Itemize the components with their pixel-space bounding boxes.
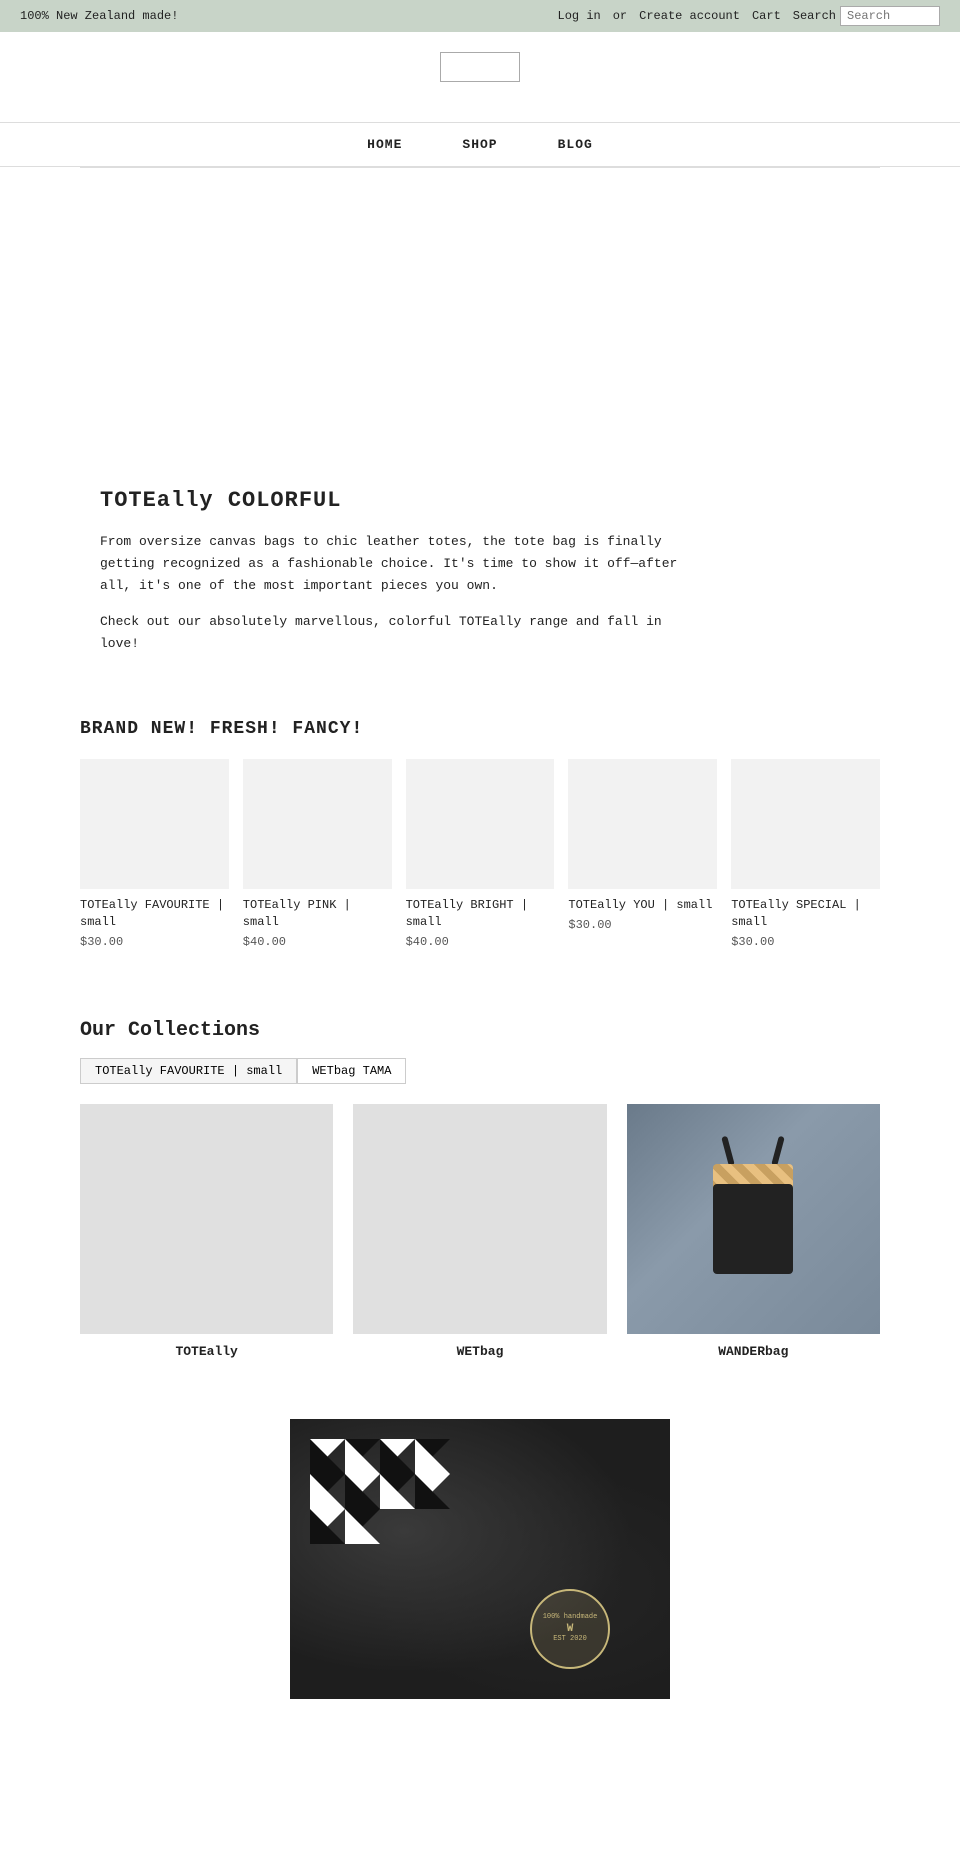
product-image xyxy=(80,759,229,889)
collection-label-wetbag: WETbag xyxy=(457,1344,504,1359)
collections-heading: Our Collections xyxy=(80,1019,880,1042)
product-price: $30.00 xyxy=(731,935,880,949)
search-form: Search xyxy=(793,6,940,26)
login-link[interactable]: Log in xyxy=(558,9,601,23)
product-image xyxy=(568,759,717,889)
product-image xyxy=(243,759,392,889)
cart-link[interactable]: Cart xyxy=(752,9,781,23)
collection-label-wanderbag: WANDERbag xyxy=(718,1344,788,1359)
product-price: $40.00 xyxy=(406,935,555,949)
bottom-large-image: 100% handmade W EST 2020 xyxy=(290,1419,670,1699)
product-card[interactable]: TOTEally BRIGHT | small $40.00 xyxy=(406,759,555,949)
bag-body xyxy=(713,1184,793,1274)
collection-item-toteally[interactable]: TOTEally xyxy=(80,1104,333,1359)
products-heading: BRAND NEW! FRESH! FANCY! xyxy=(80,719,880,739)
product-name: TOTEally PINK | small xyxy=(243,897,392,931)
product-price: $30.00 xyxy=(80,935,229,949)
bag-strap-right xyxy=(772,1136,786,1167)
collection-image-wetbag xyxy=(353,1104,606,1334)
top-bar-right: Log in or Create account Cart Search xyxy=(558,6,940,26)
collection-tab-1[interactable]: WETbag TAMA xyxy=(297,1058,406,1084)
collection-item-wetbag[interactable]: WETbag xyxy=(353,1104,606,1359)
product-name: TOTEally BRIGHT | small xyxy=(406,897,555,931)
product-image xyxy=(406,759,555,889)
products-section: BRAND NEW! FRESH! FANCY! TOTEally FAVOUR… xyxy=(0,699,960,989)
top-bar: 100% New Zealand made! Log in or Create … xyxy=(0,0,960,32)
nav-shop[interactable]: SHOP xyxy=(462,137,497,152)
product-price: $30.00 xyxy=(568,918,717,932)
stamp-text-line1: 100% handmade xyxy=(543,1613,598,1623)
bag-visual xyxy=(703,1164,803,1274)
collections-section: Our Collections TOTEally FAVOURITE | sma… xyxy=(0,989,960,1399)
product-card[interactable]: TOTEally FAVOURITE | small $30.00 xyxy=(80,759,229,949)
collections-tabs: TOTEally FAVOURITE | small WETbag TAMA xyxy=(80,1058,880,1084)
logo-area xyxy=(0,32,960,92)
content-section: TOTEally COLORFUL From oversize canvas b… xyxy=(0,448,960,699)
or-text: or xyxy=(613,9,627,23)
product-card[interactable]: TOTEally SPECIAL | small $30.00 xyxy=(731,759,880,949)
product-card[interactable]: TOTEally YOU | small $30.00 xyxy=(568,759,717,949)
collection-image-wanderbag xyxy=(627,1104,880,1334)
triangle-pattern xyxy=(310,1439,450,1579)
collection-tab-0[interactable]: TOTEally FAVOURITE | small xyxy=(80,1058,297,1084)
stamp-text-line2: EST 2020 xyxy=(553,1635,587,1645)
product-image xyxy=(731,759,880,889)
collection-label-toteally: TOTEally xyxy=(175,1344,237,1359)
product-price: $40.00 xyxy=(243,935,392,949)
hero-area xyxy=(80,168,880,448)
content-heading: TOTEally COLORFUL xyxy=(100,488,860,513)
nav-blog[interactable]: BLOG xyxy=(558,137,593,152)
content-paragraph-2: Check out our absolutely marvellous, col… xyxy=(100,611,700,655)
tagline: 100% New Zealand made! xyxy=(20,9,178,23)
search-label: Search xyxy=(793,9,836,23)
logo[interactable] xyxy=(440,52,520,82)
bottom-image-section: 100% handmade W EST 2020 xyxy=(0,1399,960,1739)
nav-home[interactable]: HOME xyxy=(367,137,402,152)
product-name: TOTEally SPECIAL | small xyxy=(731,897,880,931)
collection-image-toteally xyxy=(80,1104,333,1334)
collections-grid: TOTEally WETbag WANDERbag xyxy=(80,1104,880,1359)
collection-item-wanderbag[interactable]: WANDERbag xyxy=(627,1104,880,1359)
stamp-logo: W xyxy=(567,1623,574,1635)
bag-strap-left xyxy=(722,1136,736,1167)
create-account-link[interactable]: Create account xyxy=(639,9,740,23)
stamp-circle: 100% handmade W EST 2020 xyxy=(530,1589,610,1669)
product-card[interactable]: TOTEally PINK | small $40.00 xyxy=(243,759,392,949)
content-paragraph-1: From oversize canvas bags to chic leathe… xyxy=(100,531,700,597)
product-name: TOTEally YOU | small xyxy=(568,897,717,914)
search-input[interactable] xyxy=(840,6,940,26)
product-name: TOTEally FAVOURITE | small xyxy=(80,897,229,931)
products-grid: TOTEally FAVOURITE | small $30.00 TOTEal… xyxy=(80,759,880,949)
nav-bar: HOME SHOP BLOG xyxy=(0,122,960,167)
